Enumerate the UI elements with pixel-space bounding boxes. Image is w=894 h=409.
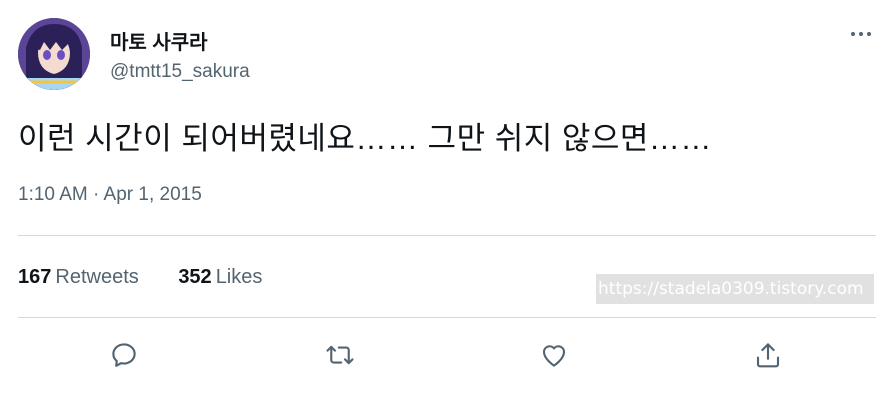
tweet-timestamp[interactable]: 1:10 AM · Apr 1, 2015 [18, 184, 202, 206]
likes-label: Likes [215, 266, 263, 288]
tweet-card: 마토 사쿠라 @tmtt15_sakura 이런 시간이 되어버렸네요…… 그만… [0, 0, 894, 409]
retweets-count: 167 [18, 266, 52, 288]
likes-stat[interactable]: 352 Likes [178, 266, 262, 289]
retweets-stat[interactable]: 167 Retweets [18, 266, 139, 289]
user-handle[interactable]: @tmtt15_sakura [110, 61, 250, 83]
tweet-text: 이런 시간이 되어버렸네요…… 그만 쉬지 않으면…… [18, 121, 712, 156]
retweets-label: Retweets [55, 266, 139, 288]
more-icon-dot [867, 32, 871, 36]
retweet-icon [326, 345, 354, 365]
avatar-image [18, 18, 90, 90]
retweet-button[interactable] [323, 338, 357, 372]
engagement-stats: 167 Retweets 352 Likes [18, 266, 296, 289]
more-icon [851, 32, 855, 36]
watermark: https://stadela0309.tistory.com [596, 274, 874, 304]
more-options-button[interactable] [844, 20, 878, 48]
divider [18, 317, 876, 318]
share-icon [756, 343, 780, 368]
like-button[interactable] [537, 338, 571, 372]
divider [18, 235, 876, 236]
share-button[interactable] [751, 338, 785, 372]
display-name[interactable]: 마토 사쿠라 [110, 26, 208, 55]
likes-count: 352 [178, 266, 212, 288]
heart-icon [542, 345, 566, 367]
avatar[interactable] [18, 18, 90, 90]
more-icon-dot [859, 32, 863, 36]
reply-icon [112, 343, 136, 367]
reply-button[interactable] [107, 338, 141, 372]
